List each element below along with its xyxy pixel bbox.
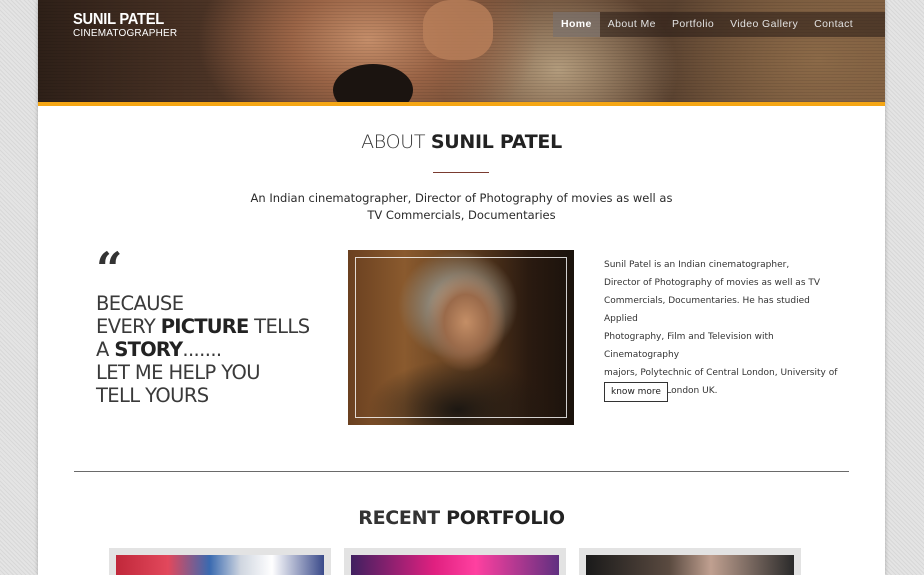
quote-line-3: A STORY....... (96, 338, 309, 361)
intro-line-1: An Indian cinematographer, Director of P… (250, 191, 673, 205)
quote-emphasis: PICTURE (160, 315, 250, 338)
portfolio-image (351, 555, 559, 575)
quote-text: ....... (182, 338, 222, 361)
portfolio-image (116, 555, 324, 575)
quote-mark-icon: “ (96, 242, 123, 296)
tagline-quote: BECAUSE EVERY PICTURE TELLS A STORY.....… (96, 292, 310, 407)
photo-frame (355, 257, 567, 418)
about-description: Sunil Patel is an Indian cinematographer… (604, 256, 844, 400)
banner-photo-detail (423, 0, 493, 60)
quote-text: EVERY (96, 315, 161, 338)
brand-name: SUNIL PATEL (73, 11, 165, 28)
brand-logo[interactable]: SUNIL PATEL CINEMATOGRAPHER (73, 11, 177, 39)
quote-text: A (96, 338, 115, 361)
nav-about-me[interactable]: About Me (600, 12, 664, 37)
portfolio-thumb-1[interactable] (109, 548, 331, 575)
nav-home[interactable]: Home (553, 12, 600, 37)
quote-line-4: LET ME HELP YOU (96, 361, 261, 384)
desc-line: Commercials, Documentaries. He has studi… (604, 296, 810, 324)
profile-photo (348, 250, 574, 425)
quote-line-5: TELL YOURS (96, 384, 209, 407)
about-heading-light: ABOUT (361, 131, 426, 153)
portfolio-thumb-3[interactable] (579, 548, 801, 575)
main-nav: Home About Me Portfolio Video Gallery Co… (553, 12, 885, 37)
desc-line: majors, Polytechnic of Central London, U… (604, 368, 838, 378)
page: SUNIL PATEL CINEMATOGRAPHER Home About M… (38, 0, 885, 575)
desc-line: Director of Photography of movies as wel… (604, 278, 821, 288)
section-divider (74, 471, 849, 472)
quote-line-2: EVERY PICTURE TELLS (96, 315, 310, 338)
portfolio-thumb-2[interactable] (344, 548, 566, 575)
brand-title: CINEMATOGRAPHER (73, 28, 178, 39)
heading-divider (433, 172, 489, 173)
portfolio-heading: RECENT PORTFOLIO (38, 507, 885, 529)
banner-sunglasses (333, 64, 413, 102)
know-more-button[interactable]: know more (604, 382, 668, 402)
about-intro: An Indian cinematographer, Director of P… (38, 190, 885, 224)
desc-line: Photography, Film and Television with Ci… (604, 332, 774, 360)
nav-portfolio[interactable]: Portfolio (664, 12, 722, 37)
portfolio-heading-bold: PORTFOLIO (446, 507, 565, 529)
about-heading: ABOUT SUNIL PATEL (38, 131, 885, 153)
quote-text: TELLS (248, 315, 310, 338)
desc-line: Sunil Patel is an Indian cinematographer… (604, 260, 790, 270)
about-heading-bold: SUNIL PATEL (430, 131, 562, 153)
quote-line-1: BECAUSE (96, 292, 184, 315)
quote-emphasis: STORY (114, 338, 183, 361)
header-banner: SUNIL PATEL CINEMATOGRAPHER Home About M… (38, 0, 885, 102)
nav-video-gallery[interactable]: Video Gallery (722, 12, 806, 37)
intro-line-2: TV Commercials, Documentaries (367, 208, 556, 222)
portfolio-image (586, 555, 794, 575)
accent-bar (38, 102, 885, 106)
portfolio-heading-light: RECENT (358, 507, 440, 529)
nav-contact[interactable]: Contact (806, 12, 861, 37)
